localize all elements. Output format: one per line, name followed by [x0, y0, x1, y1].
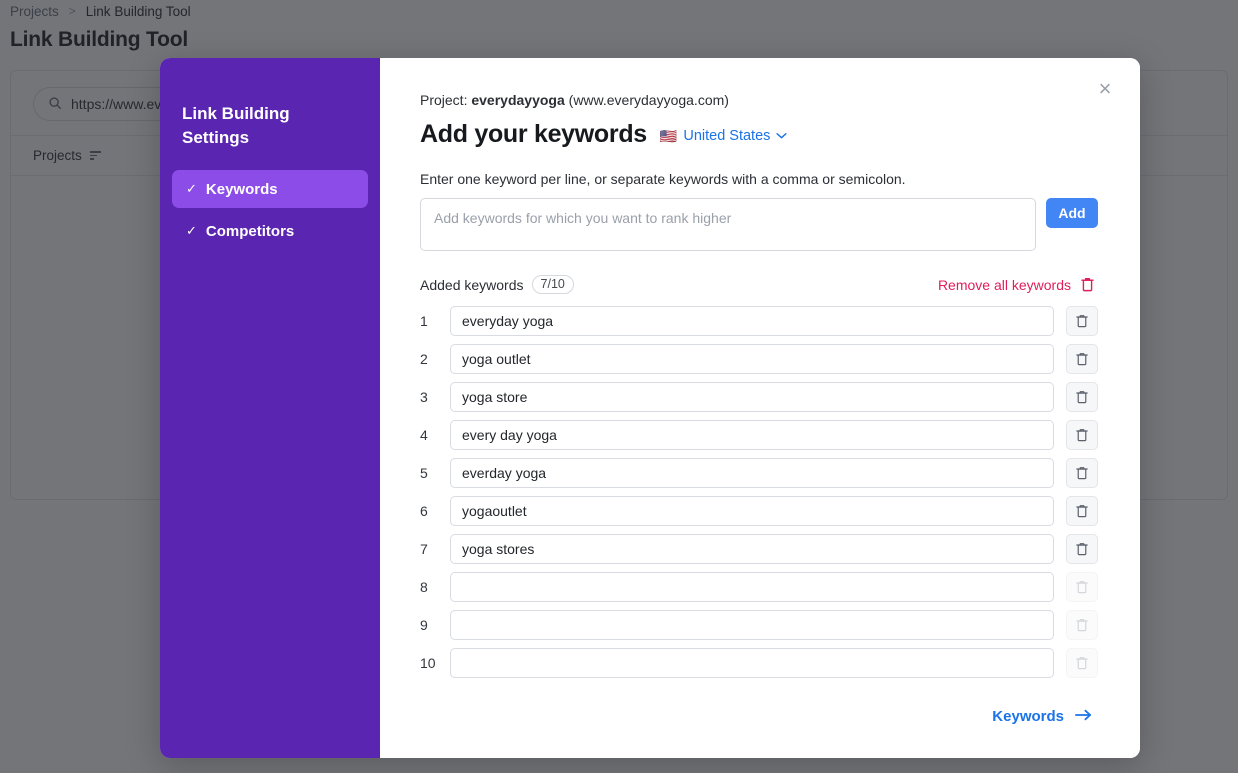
keyword-index: 2	[420, 351, 428, 367]
project-prefix: Project:	[420, 92, 468, 108]
keyword-index: 8	[420, 579, 428, 595]
delete-keyword-button[interactable]	[1066, 382, 1098, 412]
table-row: 3	[420, 382, 1098, 412]
project-domain: (www.everydayyoga.com)	[568, 92, 729, 108]
close-icon[interactable]: ×	[1090, 74, 1120, 104]
keyword-input[interactable]	[450, 382, 1054, 412]
remove-all-keywords-label: Remove all keywords	[937, 276, 1071, 293]
sidebar-item-competitors-label: Competitors	[205, 222, 295, 240]
project-name: everydayyoga	[471, 92, 565, 108]
table-row: 10	[420, 648, 1098, 678]
keyword-entry-row: Add	[420, 198, 1098, 251]
modal-main: × Project: everydayyoga (www.everydayyog…	[380, 58, 1140, 758]
delete-keyword-button[interactable]	[1066, 306, 1098, 336]
modal-heading: Add your keywords	[420, 120, 647, 148]
added-keywords-label: Added keywords	[420, 276, 524, 293]
keyword-input[interactable]	[450, 648, 1054, 678]
keyword-index: 6	[420, 503, 428, 519]
remove-all-keywords-button[interactable]: Remove all keywords	[938, 277, 1094, 293]
keyword-input[interactable]	[450, 344, 1054, 374]
keyword-entry-input[interactable]	[420, 198, 1036, 251]
delete-keyword-button	[1066, 648, 1098, 678]
modal-sidebar: Link Building Settings ✓ Keywords ✓ Comp…	[160, 58, 380, 758]
keyword-input[interactable]	[450, 572, 1054, 602]
keyword-input[interactable]	[450, 306, 1054, 336]
keyword-index: 1	[420, 313, 428, 329]
us-flag-icon: 🇺🇸	[659, 128, 678, 144]
table-row: 7	[420, 534, 1098, 564]
country-selector-label: United States	[683, 128, 771, 144]
added-keywords-counter: 7/10	[531, 275, 574, 294]
add-button[interactable]: Add	[1046, 198, 1098, 228]
table-row: 5	[420, 458, 1098, 488]
keyword-entry-hint: Enter one keyword per line, or separate …	[420, 171, 906, 187]
table-row: 9	[420, 610, 1098, 640]
keyword-input[interactable]	[450, 496, 1054, 526]
keyword-input[interactable]	[450, 610, 1054, 640]
check-icon: ✓	[186, 181, 197, 197]
modal-sidebar-title: Link Building Settings	[182, 104, 290, 148]
keywords-next-button[interactable]: Keywords	[992, 708, 1092, 725]
trash-icon	[1081, 277, 1094, 292]
keyword-index: 10	[420, 655, 436, 671]
keyword-index: 5	[420, 465, 428, 481]
sidebar-item-competitors[interactable]: ✓ Competitors	[172, 212, 368, 250]
table-row: 8	[420, 572, 1098, 602]
delete-keyword-button[interactable]	[1066, 496, 1098, 526]
modal-title-row: Add your keywords 🇺🇸 United States	[420, 120, 1098, 149]
keyword-index: 7	[420, 541, 428, 557]
keyword-index: 4	[420, 427, 428, 443]
link-building-settings-modal: Link Building Settings ✓ Keywords ✓ Comp…	[160, 58, 1140, 758]
country-selector[interactable]: 🇺🇸 United States	[660, 125, 788, 144]
arrow-right-icon	[1075, 708, 1092, 725]
delete-keyword-button	[1066, 572, 1098, 602]
keyword-index: 3	[420, 389, 428, 405]
delete-keyword-button[interactable]	[1066, 534, 1098, 564]
keyword-index: 9	[420, 617, 428, 633]
sidebar-item-keywords[interactable]: ✓ Keywords	[172, 170, 368, 209]
check-icon: ✓	[186, 223, 197, 239]
table-row: 4	[420, 420, 1098, 450]
keywords-list: 1 2 3 4	[420, 306, 1098, 678]
keyword-input[interactable]	[450, 458, 1054, 488]
keyword-input[interactable]	[450, 534, 1054, 564]
keywords-next-label: Keywords	[992, 708, 1064, 725]
delete-keyword-button	[1066, 610, 1098, 640]
added-keywords-header: Added keywords 7/10 Remove all keywords	[420, 275, 1098, 294]
table-row: 1	[420, 306, 1098, 336]
project-line: Project: everydayyoga (www.everydayyoga.…	[420, 92, 1098, 108]
delete-keyword-button[interactable]	[1066, 458, 1098, 488]
modal-footer: Keywords	[420, 708, 1098, 725]
chevron-down-icon	[776, 130, 788, 142]
sidebar-item-keywords-label: Keywords	[205, 180, 278, 198]
table-row: 6	[420, 496, 1098, 526]
table-row: 2	[420, 344, 1098, 374]
delete-keyword-button[interactable]	[1066, 344, 1098, 374]
keyword-input[interactable]	[450, 420, 1054, 450]
delete-keyword-button[interactable]	[1066, 420, 1098, 450]
